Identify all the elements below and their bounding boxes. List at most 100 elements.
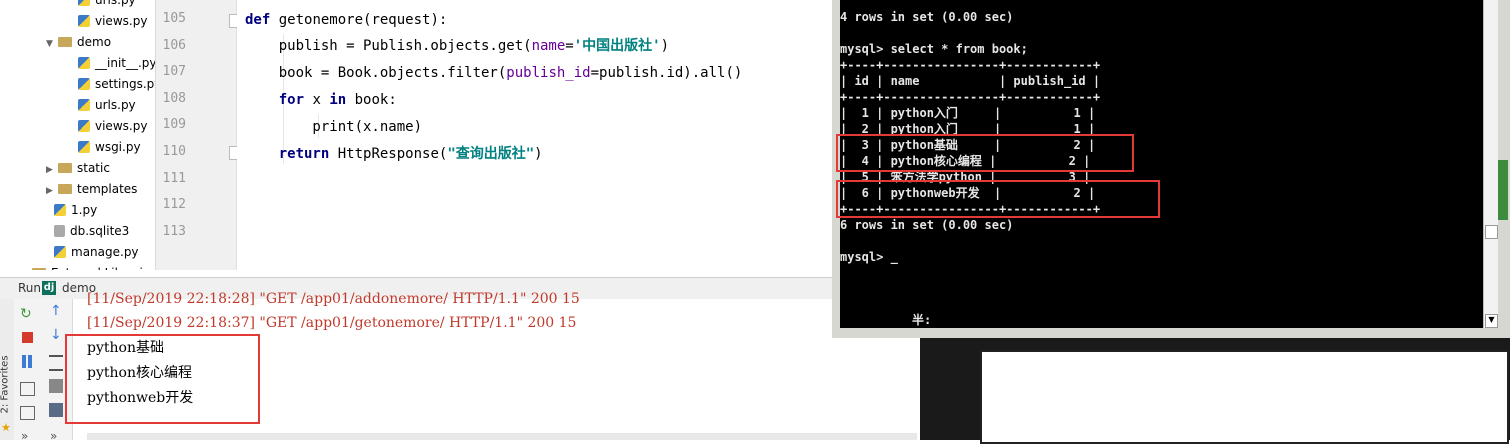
log-line: [11/Sep/2019 22:18:28] "GET /app01/addon… [87,291,580,307]
line-number: 110 [162,144,186,159]
code-text: ) [660,38,670,54]
more-icon[interactable]: » [50,429,57,443]
code-text: x [304,92,330,108]
param-name: name [531,38,566,54]
tree-item[interactable]: views.py [78,116,147,137]
tree-item[interactable]: views.py [78,11,147,32]
chevron-right-icon[interactable]: ▶ [20,265,32,270]
scroll-down-icon[interactable]: ▼ [1485,314,1498,328]
tree-item-label: views.py [95,119,148,133]
print-icon[interactable] [49,403,63,417]
tree-item[interactable]: ▶ External Libraries [20,263,155,270]
line-number: 109 [162,117,186,133]
tree-item-label: static [77,161,110,175]
code-text: publish = Publish.objects.get( [245,38,532,54]
database-file-icon [54,225,65,237]
tree-item-label: manage.py [71,245,139,259]
tree-item[interactable]: db.sqlite3 [54,221,129,242]
tree-item[interactable]: manage.py [54,242,139,263]
chevron-right-icon[interactable]: ▶ [46,181,58,202]
tree-item-label: urls.py [95,98,136,112]
line-number: 112 [162,197,186,213]
scroll-indicator [1498,160,1508,220]
more-icon[interactable]: » [21,429,28,443]
arrow-up-icon[interactable]: ↑ [50,303,62,319]
output-highlight-box [65,334,260,424]
tree-item-label: db.sqlite3 [70,224,130,238]
folder-icon [58,184,72,194]
rerun-icon[interactable]: ↻ [20,307,34,321]
project-tree: urls.py views.py ▼ demo __init__.py settings.… [0,0,156,270]
keyword: in [329,92,347,108]
background-window-content [980,350,1509,444]
tree-item-label: External Libraries [51,266,155,270]
tree-item[interactable]: ▶ templates [46,179,137,200]
terminal-line: 4 rows in set (0.00 sec) [840,10,1014,24]
chevron-down-icon[interactable]: ▼ [46,34,58,55]
tree-item[interactable]: urls.py [78,95,136,116]
ime-status: 半: [912,313,932,327]
code-line-110: return HttpResponse("查询出版社") [245,141,543,167]
tree-item[interactable]: wsgi.py [78,137,141,158]
code-text: book = Book.objects.filter( [245,65,507,81]
line-number: 107 [162,64,186,80]
string-literal: "查询出版社" [447,146,535,162]
layout-icon[interactable] [20,382,35,396]
code-editor[interactable]: def getonemore(request): publish = Publi… [237,0,832,270]
tree-item[interactable]: __init__.py [78,53,156,74]
favorites-strip[interactable]: 2: Favorites ★ [0,299,15,440]
line-number: 108 [162,90,186,106]
code-line-107: book = Book.objects.filter(publish_id=pu… [245,60,743,86]
code-line-109: print(x.name) [245,114,422,140]
run-toolbar: ↻ » [14,299,41,443]
python-file-icon [54,204,66,216]
tree-item[interactable]: urls.py [78,0,136,11]
scroll-thumb[interactable] [1485,225,1498,239]
terminal-line: mysql> _ [840,250,898,264]
stop-icon[interactable] [22,332,33,343]
favorites-label[interactable]: 2: Favorites [0,355,11,413]
chevron-right-icon[interactable]: ▶ [46,160,58,181]
run-tab-label[interactable]: Run [18,281,41,295]
tree-item-label: views.py [95,14,148,28]
horizontal-scrollbar[interactable] [87,433,917,440]
terminal-line: | id | name | publish_id | [840,74,1101,88]
star-icon[interactable]: ★ [1,421,11,434]
python-file-icon [78,141,90,153]
python-file-icon [54,246,66,258]
python-file-icon [78,15,90,27]
tree-item-label: urls.py [95,0,136,7]
terminal-scrollbar[interactable]: ▼ [1483,0,1498,328]
tree-item-label: 1.py [71,203,98,217]
tree-item-label: wsgi.py [95,140,141,154]
string-literal: '中国出版社' [573,38,661,54]
keyword: return [278,146,330,162]
folder-icon [58,163,72,173]
code-text: getonemore(request): [270,12,448,28]
terminal-line: mysql> select * from book; [840,42,1028,56]
code-text: = [565,38,574,54]
soft-wrap-icon[interactable] [49,355,63,371]
folder-icon [32,268,46,270]
python-file-icon [78,57,90,69]
python-file-icon [78,120,90,132]
tree-item[interactable]: ▼ demo [46,32,111,53]
code-line-105: def getonemore(request): [245,7,447,33]
django-icon: dj [42,281,56,295]
tree-item[interactable]: settings.py [78,74,155,95]
scroll-end-icon[interactable] [49,379,63,393]
editor-gutter: 105 106 107 108 109 110 111 112 113 [156,0,243,270]
pause-icon[interactable] [21,355,35,369]
tree-item[interactable]: 1.py [54,200,97,221]
code-line-106: publish = Publish.objects.get(name='中国出版… [245,33,669,59]
settings-icon[interactable] [20,406,35,420]
tree-item-label: templates [77,182,138,196]
tree-item[interactable]: ▶ static [46,158,110,179]
keyword: for [278,92,305,108]
terminal-line: +----+----------------+------------+ [840,58,1101,72]
terminal-line: +----+----------------+------------+ [840,90,1101,104]
rows-highlight-box [836,134,1134,172]
line-number: 106 [162,37,186,53]
tree-item-label: __init__.py [95,56,156,70]
arrow-down-icon[interactable]: ↓ [50,327,62,343]
